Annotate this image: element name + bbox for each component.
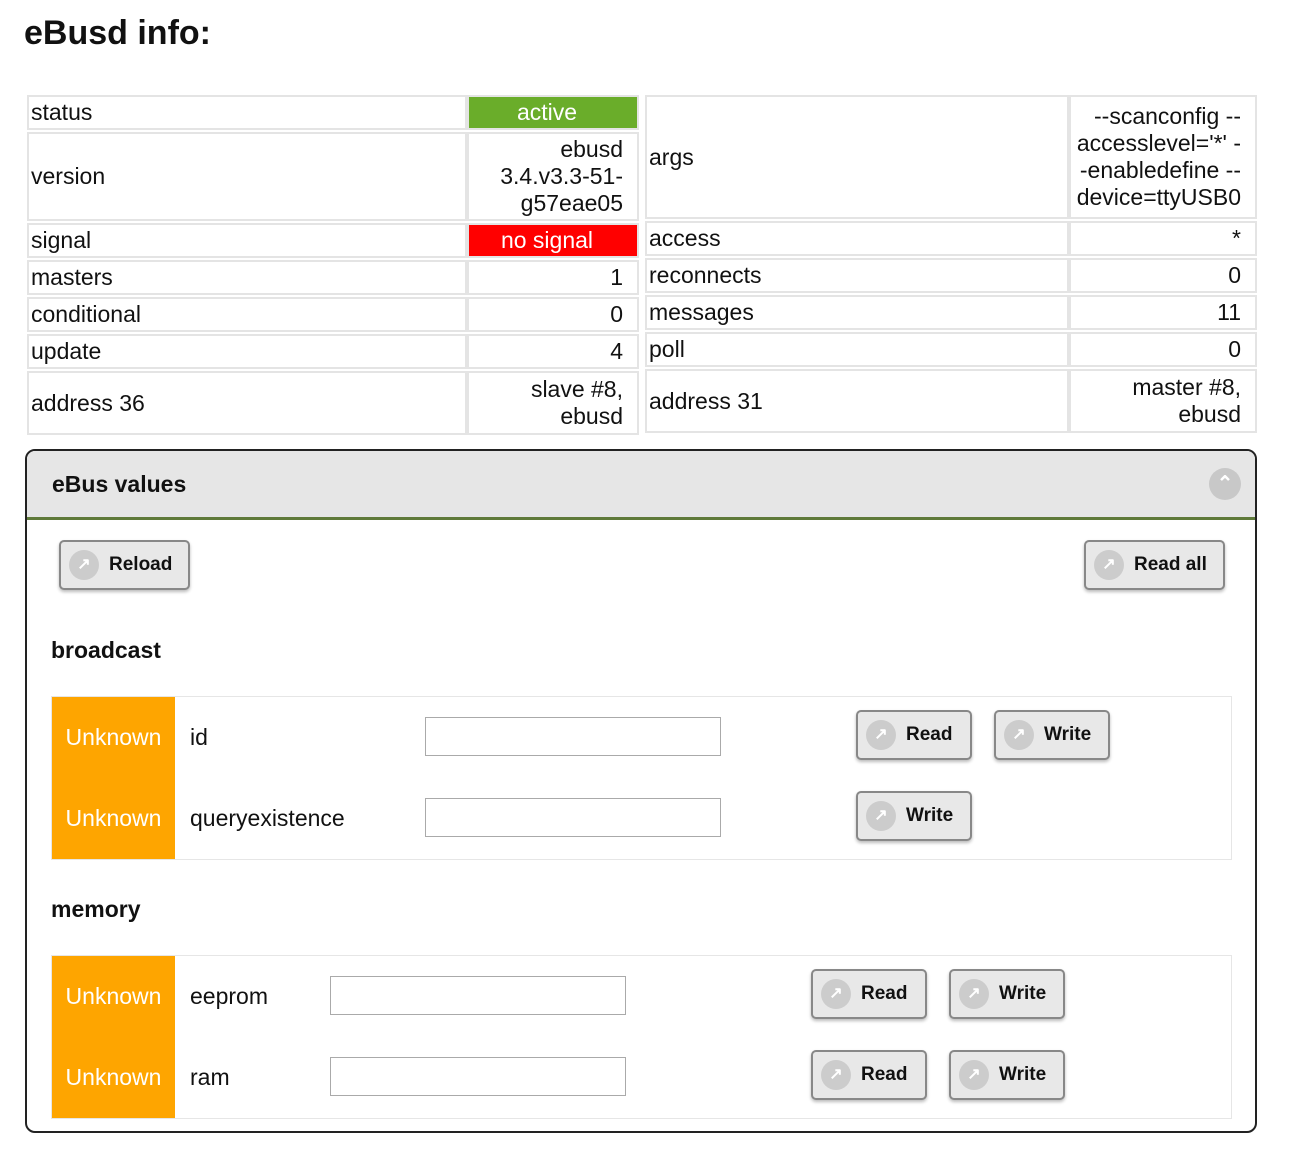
section-title: broadcast bbox=[51, 637, 161, 663]
button-label: Read all bbox=[1134, 554, 1207, 575]
table-row: messages 11 bbox=[645, 295, 1257, 330]
value: * bbox=[1069, 221, 1257, 256]
button-label: Reload bbox=[109, 554, 173, 575]
chevron-up-icon[interactable]: ⌃ bbox=[1209, 468, 1241, 500]
key: args bbox=[645, 95, 1069, 219]
reload-button[interactable]: ↗ Reload bbox=[59, 540, 191, 590]
key: address 36 bbox=[27, 371, 467, 435]
read-button[interactable]: ↗ Read bbox=[856, 710, 972, 760]
field-name: id bbox=[190, 724, 208, 750]
table-row: access * bbox=[645, 221, 1257, 256]
table-row: status active bbox=[27, 95, 639, 130]
button-label: Write bbox=[999, 983, 1047, 1004]
key: signal bbox=[27, 223, 467, 258]
list-item: Unknown ram ↗ Read ↗ Write bbox=[52, 1037, 1231, 1118]
share-icon: ↗ bbox=[866, 801, 896, 831]
list-item: Unknown queryexistence ↗ Write bbox=[52, 778, 1231, 859]
button-label: Read bbox=[861, 1064, 908, 1085]
key: status bbox=[27, 95, 467, 130]
table-row: version ebusd 3.4.v3.3-51-g57eae05 bbox=[27, 132, 639, 221]
queryexistence-input[interactable] bbox=[425, 798, 721, 837]
key: poll bbox=[645, 332, 1069, 367]
share-icon: ↗ bbox=[866, 720, 896, 750]
value: slave #8, ebusd bbox=[467, 371, 639, 435]
status-table-right: args --scanconfig --accesslevel='*' --ena… bbox=[645, 93, 1257, 435]
share-icon: ↗ bbox=[69, 550, 99, 580]
share-icon: ↗ bbox=[959, 979, 989, 1009]
memory-group: Unknown eeprom ↗ Read ↗ Write Unknown ram … bbox=[51, 955, 1232, 1119]
unknown-badge: Unknown bbox=[52, 697, 175, 778]
list-item: Unknown id ↗ Read ↗ Write bbox=[52, 697, 1231, 778]
id-input[interactable] bbox=[425, 717, 721, 756]
table-row: conditional 0 bbox=[27, 297, 639, 332]
table-row: address 31 master #8, ebusd bbox=[645, 369, 1257, 433]
field-name: ram bbox=[190, 1064, 230, 1090]
status-badge: active bbox=[467, 95, 639, 130]
unknown-badge: Unknown bbox=[52, 778, 175, 859]
ram-input[interactable] bbox=[330, 1057, 626, 1096]
table-row: poll 0 bbox=[645, 332, 1257, 367]
value: 0 bbox=[1069, 332, 1257, 367]
table-row: reconnects 0 bbox=[645, 258, 1257, 293]
share-icon: ↗ bbox=[959, 1060, 989, 1090]
field-name: queryexistence bbox=[190, 805, 345, 831]
section-title: memory bbox=[51, 896, 141, 922]
table-row: args --scanconfig --accesslevel='*' --ena… bbox=[645, 95, 1257, 219]
value: 11 bbox=[1069, 295, 1257, 330]
value: --scanconfig --accesslevel='*' --enabled… bbox=[1069, 95, 1257, 219]
panel-title: eBus values bbox=[52, 471, 187, 497]
read-button[interactable]: ↗ Read bbox=[811, 1050, 927, 1100]
unknown-badge: Unknown bbox=[52, 956, 175, 1037]
read-all-button[interactable]: ↗ Read all bbox=[1084, 540, 1225, 590]
field-name: eeprom bbox=[190, 983, 268, 1009]
key: messages bbox=[645, 295, 1069, 330]
signal-badge: no signal bbox=[467, 223, 639, 258]
table-row: update 4 bbox=[27, 334, 639, 369]
key: conditional bbox=[27, 297, 467, 332]
button-label: Write bbox=[906, 805, 954, 826]
broadcast-group: Unknown id ↗ Read ↗ Write Unknown queryexi… bbox=[51, 696, 1232, 860]
share-icon: ↗ bbox=[1094, 550, 1124, 580]
button-label: Write bbox=[999, 1064, 1047, 1085]
share-icon: ↗ bbox=[821, 979, 851, 1009]
value: 4 bbox=[467, 334, 639, 369]
key: reconnects bbox=[645, 258, 1069, 293]
table-row: signal no signal bbox=[27, 223, 639, 258]
button-label: Write bbox=[1044, 724, 1092, 745]
value: 0 bbox=[1069, 258, 1257, 293]
table-row: masters 1 bbox=[27, 260, 639, 295]
button-label: Read bbox=[906, 724, 953, 745]
key: masters bbox=[27, 260, 467, 295]
eeprom-input[interactable] bbox=[330, 976, 626, 1015]
ebus-values-panel: eBus values ⌃ ↗ Reload ↗ Read all broadcas… bbox=[25, 449, 1257, 1133]
value: 1 bbox=[467, 260, 639, 295]
key: access bbox=[645, 221, 1069, 256]
write-button[interactable]: ↗ Write bbox=[994, 710, 1110, 760]
key: version bbox=[27, 132, 467, 221]
value: master #8, ebusd bbox=[1069, 369, 1257, 433]
write-button[interactable]: ↗ Write bbox=[949, 969, 1065, 1019]
key: update bbox=[27, 334, 467, 369]
key: address 31 bbox=[645, 369, 1069, 433]
unknown-badge: Unknown bbox=[52, 1037, 175, 1118]
value: 0 bbox=[467, 297, 639, 332]
table-row: address 36 slave #8, ebusd bbox=[27, 371, 639, 435]
button-label: Read bbox=[861, 983, 908, 1004]
status-table-left: status active version ebusd 3.4.v3.3-51-g5… bbox=[27, 93, 639, 437]
write-button[interactable]: ↗ Write bbox=[856, 791, 972, 841]
panel-header[interactable]: eBus values ⌃ bbox=[27, 451, 1255, 520]
share-icon: ↗ bbox=[1004, 720, 1034, 750]
write-button[interactable]: ↗ Write bbox=[949, 1050, 1065, 1100]
page-title: eBusd info: bbox=[24, 14, 211, 52]
list-item: Unknown eeprom ↗ Read ↗ Write bbox=[52, 956, 1231, 1037]
value: ebusd 3.4.v3.3-51-g57eae05 bbox=[467, 132, 639, 221]
read-button[interactable]: ↗ Read bbox=[811, 969, 927, 1019]
share-icon: ↗ bbox=[821, 1060, 851, 1090]
